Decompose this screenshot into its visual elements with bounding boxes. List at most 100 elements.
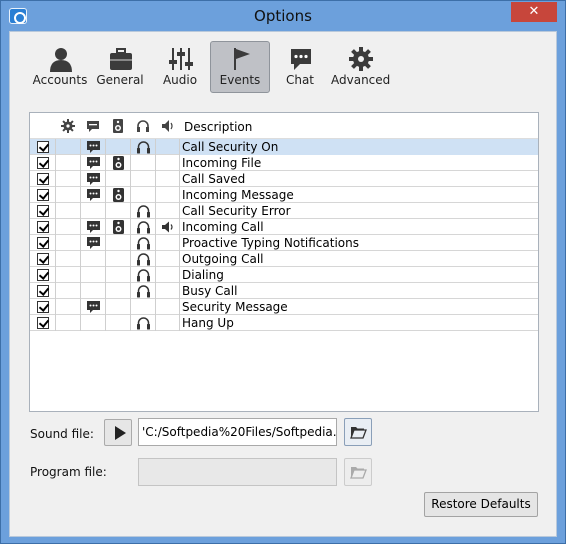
speaker-cell[interactable] — [106, 283, 131, 299]
volume-cell[interactable] — [156, 267, 180, 283]
volume-cell[interactable] — [156, 203, 180, 219]
gear-cell[interactable] — [56, 267, 81, 283]
title-bar[interactable]: Options ✕ — [1, 1, 565, 31]
tab-accounts[interactable]: Accounts — [30, 41, 90, 93]
enabled-cell[interactable] — [30, 283, 56, 299]
speaker-cell[interactable] — [106, 139, 131, 155]
gear-cell[interactable] — [56, 171, 81, 187]
event-row[interactable]: Incoming Message — [30, 187, 538, 203]
event-row[interactable]: Dialing — [30, 267, 538, 283]
enabled-checkbox[interactable] — [37, 317, 49, 329]
enabled-checkbox[interactable] — [37, 237, 49, 249]
speaker-cell[interactable] — [106, 187, 131, 203]
enabled-checkbox[interactable] — [37, 189, 49, 201]
play-sound-button[interactable] — [104, 419, 132, 446]
chat-cell[interactable] — [81, 315, 106, 331]
volume-cell[interactable] — [156, 315, 180, 331]
chat-cell[interactable] — [81, 235, 106, 251]
event-row[interactable]: Incoming Call — [30, 219, 538, 235]
enabled-checkbox[interactable] — [37, 205, 49, 217]
enabled-cell[interactable] — [30, 187, 56, 203]
enabled-cell[interactable] — [30, 139, 56, 155]
enabled-checkbox[interactable] — [37, 157, 49, 169]
event-row[interactable]: Outgoing Call — [30, 251, 538, 267]
chat-cell[interactable] — [81, 267, 106, 283]
tab-advanced[interactable]: Advanced — [330, 41, 390, 93]
headphones-cell[interactable] — [131, 139, 156, 155]
enabled-checkbox[interactable] — [37, 253, 49, 265]
headphones-cell[interactable] — [131, 283, 156, 299]
enabled-cell[interactable] — [30, 235, 56, 251]
enabled-cell[interactable] — [30, 251, 56, 267]
enabled-checkbox[interactable] — [37, 141, 49, 153]
speaker-cell[interactable] — [106, 251, 131, 267]
chat-cell[interactable] — [81, 171, 106, 187]
gear-cell[interactable] — [56, 203, 81, 219]
speaker-cell[interactable] — [106, 299, 131, 315]
tab-general[interactable]: General — [90, 41, 150, 93]
gear-cell[interactable] — [56, 155, 81, 171]
speaker-cell[interactable] — [106, 203, 131, 219]
chat-cell[interactable] — [81, 299, 106, 315]
volume-cell[interactable] — [156, 219, 180, 235]
event-row[interactable]: Incoming File — [30, 155, 538, 171]
speaker-cell[interactable] — [106, 235, 131, 251]
gear-cell[interactable] — [56, 219, 81, 235]
enabled-checkbox[interactable] — [37, 269, 49, 281]
program-file-input[interactable] — [138, 458, 337, 486]
gear-cell[interactable] — [56, 315, 81, 331]
enabled-cell[interactable] — [30, 219, 56, 235]
event-row[interactable]: Proactive Typing Notifications — [30, 235, 538, 251]
headphones-cell[interactable] — [131, 187, 156, 203]
tab-chat[interactable]: Chat — [270, 41, 330, 93]
chat-cell[interactable] — [81, 203, 106, 219]
speaker-cell[interactable] — [106, 315, 131, 331]
enabled-checkbox[interactable] — [37, 221, 49, 233]
volume-cell[interactable] — [156, 283, 180, 299]
chat-cell[interactable] — [81, 219, 106, 235]
headphones-cell[interactable] — [131, 267, 156, 283]
headphones-cell[interactable] — [131, 155, 156, 171]
tab-events[interactable]: Events — [210, 41, 270, 93]
browse-sound-button[interactable] — [344, 418, 372, 446]
chat-cell[interactable] — [81, 155, 106, 171]
enabled-checkbox[interactable] — [37, 173, 49, 185]
headphones-cell[interactable] — [131, 315, 156, 331]
chat-cell[interactable] — [81, 251, 106, 267]
enabled-checkbox[interactable] — [37, 285, 49, 297]
enabled-cell[interactable] — [30, 267, 56, 283]
gear-cell[interactable] — [56, 187, 81, 203]
headphones-cell[interactable] — [131, 251, 156, 267]
speaker-cell[interactable] — [106, 219, 131, 235]
event-row[interactable]: Call Security On — [30, 139, 538, 155]
gear-cell[interactable] — [56, 299, 81, 315]
sound-file-input[interactable]: 'C:/Softpedia%20Files/Softpedia.wav — [138, 418, 337, 446]
browse-program-button[interactable] — [344, 458, 372, 486]
events-list[interactable]: Description Call Security On Incoming Fil… — [29, 112, 539, 412]
volume-cell[interactable] — [156, 299, 180, 315]
gear-cell[interactable] — [56, 251, 81, 267]
tab-audio[interactable]: Audio — [150, 41, 210, 93]
headphones-cell[interactable] — [131, 219, 156, 235]
gear-cell[interactable] — [56, 235, 81, 251]
close-button[interactable]: ✕ — [511, 2, 557, 22]
enabled-checkbox[interactable] — [37, 301, 49, 313]
event-row[interactable]: Security Message — [30, 299, 538, 315]
headphones-cell[interactable] — [131, 299, 156, 315]
speaker-cell[interactable] — [106, 267, 131, 283]
headphones-cell[interactable] — [131, 235, 156, 251]
chat-cell[interactable] — [81, 283, 106, 299]
headphones-cell[interactable] — [131, 203, 156, 219]
volume-cell[interactable] — [156, 171, 180, 187]
chat-cell[interactable] — [81, 187, 106, 203]
volume-cell[interactable] — [156, 155, 180, 171]
speaker-cell[interactable] — [106, 171, 131, 187]
enabled-cell[interactable] — [30, 171, 56, 187]
event-row[interactable]: Call Security Error — [30, 203, 538, 219]
volume-cell[interactable] — [156, 187, 180, 203]
restore-defaults-button[interactable]: Restore Defaults — [424, 492, 538, 517]
speaker-cell[interactable] — [106, 155, 131, 171]
chat-cell[interactable] — [81, 139, 106, 155]
volume-cell[interactable] — [156, 235, 180, 251]
gear-cell[interactable] — [56, 283, 81, 299]
